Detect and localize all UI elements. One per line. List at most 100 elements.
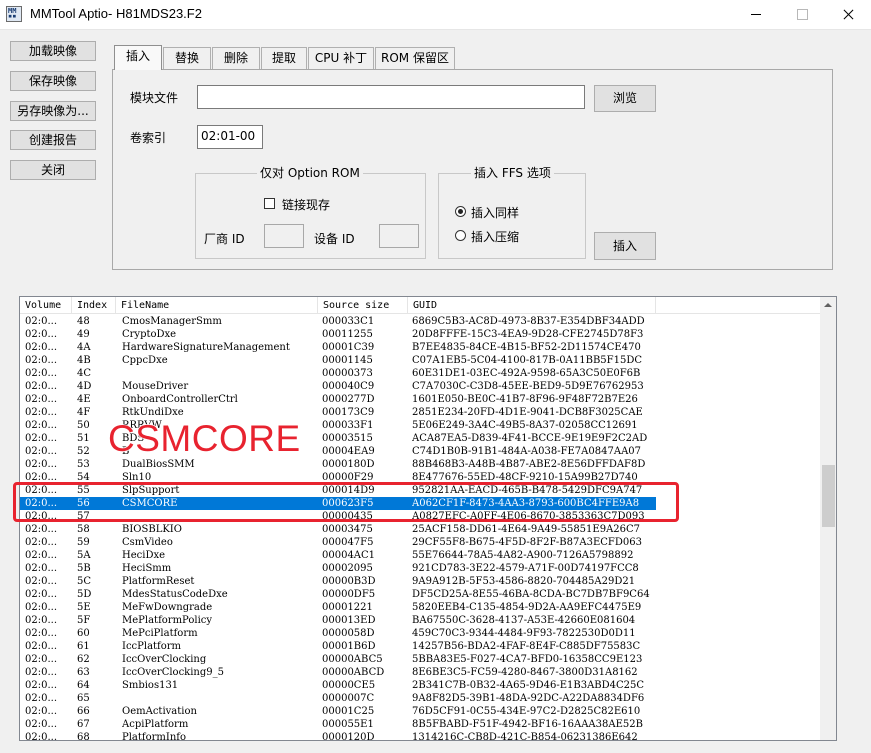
cell-guid: 8E6BE3C5-FC59-4280-8467-3800D31A8162 <box>412 667 638 678</box>
cell-guid: 5BBA83E5-F027-4CA7-BFD0-16358CC9E123 <box>412 654 643 665</box>
tab-delete[interactable]: 删除 <box>212 47 260 69</box>
table-row[interactable]: 02:0... 4C 00000373 60E31DE1-03EC-492A-9598… <box>20 367 656 380</box>
cell-guid: 1314216C-CB8D-421C-B854-06231386E642 <box>412 732 638 741</box>
table-row[interactable]: 02:0... 66 OemActivation 00001C25 76D5CF91-0… <box>20 705 656 718</box>
tab-rom-reserved[interactable]: ROM 保留区 <box>375 47 455 69</box>
scrollbar-thumb[interactable] <box>822 465 835 527</box>
cell-volume: 02:0... <box>25 368 57 379</box>
table-row[interactable]: 02:0... 62 IccOverClocking 00000ABC5 5BBA83E… <box>20 653 656 666</box>
cell-filename: PlatformReset <box>122 576 195 587</box>
cell-volume: 02:0... <box>25 394 57 405</box>
table-row[interactable]: 02:0... 58 BIOSBLKIO 00003475 25ACF158-DD61-… <box>20 523 656 536</box>
module-file-input[interactable] <box>197 85 585 109</box>
close-button[interactable]: 关闭 <box>10 160 96 180</box>
cell-filename: MouseDriver <box>122 381 189 392</box>
cell-volume: 02:0... <box>25 329 57 340</box>
cell-source-size: 000033C1 <box>322 316 375 327</box>
maximize-button[interactable] <box>779 0 825 30</box>
cell-guid: 6869C5B3-AC8D-4973-8B37-E354DBF34ADD <box>412 316 645 327</box>
table-row[interactable]: 02:0... 67 AcpiPlatform 000055E1 8B5FBABD-F5… <box>20 718 656 731</box>
cell-volume: 02:0... <box>25 667 57 678</box>
cell-index: 61 <box>77 641 90 652</box>
table-row[interactable]: 02:0... 4E OnboardControllerCtrl 0000277D 16… <box>20 393 656 406</box>
table-row[interactable]: 02:0... 48 CmosManagerSmm 000033C1 6869C5B3-… <box>20 315 656 328</box>
vertical-scrollbar[interactable] <box>820 297 836 740</box>
link-existing-checkbox[interactable] <box>264 198 275 209</box>
cell-guid: 2851E234-20FD-4D1E-9041-DCB8F3025CAE <box>412 407 643 418</box>
column-source-size[interactable]: Source size <box>318 297 408 314</box>
tab-cpu-patch[interactable]: CPU 补丁 <box>308 47 374 69</box>
table-row[interactable]: 02:0... 64 Smbios131 00000CE5 2B341C7B-0B32-… <box>20 679 656 692</box>
table-row[interactable]: 02:0... 60 MePciPlatform 0000058D 459C70C3-9… <box>20 627 656 640</box>
close-window-button[interactable] <box>825 0 871 30</box>
window-title: MMTool Aptio- H81MDS23.F2 <box>30 6 202 21</box>
insert-compressed-radio[interactable] <box>455 230 466 241</box>
scroll-up-arrow-icon[interactable] <box>820 297 836 314</box>
cell-filename: MdesStatusCodeDxe <box>122 589 228 600</box>
table-row[interactable]: 02:0... 68 PlatformInfo 0000120D 1314216C-CB… <box>20 731 656 740</box>
table-row[interactable]: 02:0... 5C PlatformReset 00000B3D 9A9A912B-5… <box>20 575 656 588</box>
column-filename[interactable]: FileName <box>116 297 318 314</box>
cell-source-size: 00011255 <box>322 329 373 340</box>
list-header: Volume Index FileName Source size GUID <box>20 297 820 314</box>
table-row[interactable]: 02:0... 4A HardwareSignatureManagement 0000… <box>20 341 656 354</box>
tab-extract[interactable]: 提取 <box>261 47 307 69</box>
table-row[interactable]: 02:0... 5E MeFwDowngrade 00001221 5820EEB4-C… <box>20 601 656 614</box>
cell-source-size: 000047F5 <box>322 537 374 548</box>
device-id-label: 设备 ID <box>314 232 355 246</box>
table-row[interactable]: 02:0... 4D MouseDriver 000040C9 C7A7030C-C3D… <box>20 380 656 393</box>
cell-guid: C7A7030C-C3D8-45EE-BED9-5D9E76762953 <box>412 381 644 392</box>
cell-volume: 02:0... <box>25 576 57 587</box>
cell-volume: 02:0... <box>25 355 57 366</box>
table-row[interactable]: 02:0... 59 CsmVideo 000047F5 29CF55F8-B675-4… <box>20 536 656 549</box>
cell-source-size: 00000ABCD <box>322 667 385 678</box>
table-row[interactable]: 02:0... 49 CryptoDxe 00011255 20D8FFFE-15C3-… <box>20 328 656 341</box>
create-report-button[interactable]: 创建报告 <box>10 130 96 150</box>
cell-source-size: 00003475 <box>322 524 373 535</box>
volume-index-input[interactable]: 02:01-00 <box>197 125 263 149</box>
column-index[interactable]: Index <box>72 297 116 314</box>
cell-guid: 88B468B3-A48B-4B87-ABE2-8E56DFFDAF8D <box>412 459 646 470</box>
table-row[interactable]: 02:0... 5B HeciSmm 00002095 921CD783-3E22-45… <box>20 562 656 575</box>
cell-guid: 55E76644-78A5-4A82-A900-7126A5798892 <box>412 550 634 561</box>
cell-source-size: 00004AC1 <box>322 550 376 561</box>
load-image-button[interactable]: 加载映像 <box>10 41 96 61</box>
table-row[interactable]: 02:0... 5A HeciDxe 00004AC1 55E76644-78A5-4A… <box>20 549 656 562</box>
save-image-as-button[interactable]: 另存映像为... <box>10 101 96 121</box>
save-image-button[interactable]: 保存映像 <box>10 71 96 91</box>
table-row[interactable]: 02:0... 63 IccOverClocking9_5 00000ABCD 8E6B… <box>20 666 656 679</box>
table-row[interactable]: 02:0... 5D MdesStatusCodeDxe 00000DF5 DF5CD2… <box>20 588 656 601</box>
cell-volume: 02:0... <box>25 706 57 717</box>
cell-source-size: 00000B3D <box>322 576 376 587</box>
column-volume[interactable]: Volume <box>20 297 72 314</box>
table-row[interactable]: 02:0... 4B CppcDxe 00001145 C07A1EB5-5C04-41… <box>20 354 656 367</box>
device-id-field[interactable] <box>379 224 419 248</box>
cell-guid: 5820EEB4-C135-4854-9D2A-AA9EFC4475E9 <box>412 602 642 613</box>
tab-insert[interactable]: 插入 <box>114 45 162 70</box>
cell-volume: 02:0... <box>25 407 57 418</box>
cell-volume: 02:0... <box>25 563 57 574</box>
cell-index: 5E <box>77 602 91 613</box>
minimize-button[interactable] <box>733 0 779 30</box>
cell-source-size: 00001C25 <box>322 706 375 717</box>
cell-guid: C07A1EB5-5C04-4100-817B-0A11BB5F15DC <box>412 355 642 366</box>
cell-guid: B7EE4835-84CE-4B15-BF52-2D11574CE470 <box>412 342 641 353</box>
vendor-id-field[interactable] <box>264 224 304 248</box>
tab-replace[interactable]: 替换 <box>163 47 211 69</box>
table-row[interactable]: 02:0... 5F MePlatformPolicy 000013ED BA67550… <box>20 614 656 627</box>
option-rom-group: 仅对 Option ROM 链接现存 厂商 ID 设备 ID <box>195 166 426 259</box>
insert-as-is-radio[interactable] <box>455 206 466 217</box>
table-row[interactable]: 02:0... 61 IccPlatform 00001B6D 14257B56-BDA… <box>20 640 656 653</box>
cell-source-size: 00003515 <box>322 433 373 444</box>
table-row[interactable]: 02:0... 65 0000007C 9A8F82D5-39B1-48DA-92DC… <box>20 692 656 705</box>
cell-volume: 02:0... <box>25 680 57 691</box>
browse-button[interactable]: 浏览 <box>594 85 656 112</box>
cell-index: 5C <box>77 576 92 587</box>
ffs-options-group-title: 插入 FFS 选项 <box>471 166 554 180</box>
cell-guid: 921CD783-3E22-4579-A71F-00D74197FCC8 <box>412 563 639 574</box>
cell-guid: 25ACF158-DD61-4E64-9A49-55851E9A26C7 <box>412 524 641 535</box>
cell-guid: 60E31DE1-03EC-492A-9598-65A3C50E0F6B <box>412 368 641 379</box>
insert-button[interactable]: 插入 <box>594 232 656 260</box>
column-guid[interactable]: GUID <box>408 297 656 314</box>
cell-filename: HeciSmm <box>122 563 172 574</box>
